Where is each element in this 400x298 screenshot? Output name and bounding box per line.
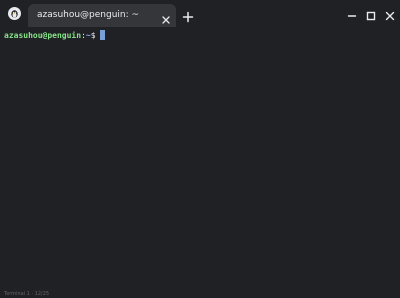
prompt-line: azasuhou@penguin:~$ bbox=[4, 30, 96, 41]
text-cursor bbox=[100, 30, 105, 40]
terminal-area[interactable]: azasuhou@penguin:~$ bbox=[0, 27, 400, 298]
tab-terminal[interactable]: azasuhou@penguin: ~ bbox=[28, 4, 176, 27]
close-icon[interactable] bbox=[161, 10, 171, 24]
plus-icon[interactable] bbox=[182, 8, 194, 23]
maximize-icon[interactable] bbox=[365, 7, 377, 21]
prompt-dollar: $ bbox=[90, 31, 96, 40]
scrollbar[interactable] bbox=[393, 27, 400, 298]
terminal-window: azasuhou@penguin: ~ azasuhou@penguin:~$ … bbox=[0, 0, 400, 298]
title-bar: azasuhou@penguin: ~ bbox=[0, 0, 400, 27]
status-text: Terminal 1 · 12/25 bbox=[4, 291, 50, 297]
penguin-icon bbox=[8, 7, 21, 20]
minimize-icon[interactable] bbox=[346, 7, 358, 19]
status-bar: Terminal 1 · 12/25 bbox=[0, 291, 400, 298]
close-icon[interactable] bbox=[384, 7, 396, 21]
prompt-user-host: azasuhou@penguin bbox=[4, 31, 82, 40]
tab-title: azasuhou@penguin: ~ bbox=[37, 10, 140, 20]
